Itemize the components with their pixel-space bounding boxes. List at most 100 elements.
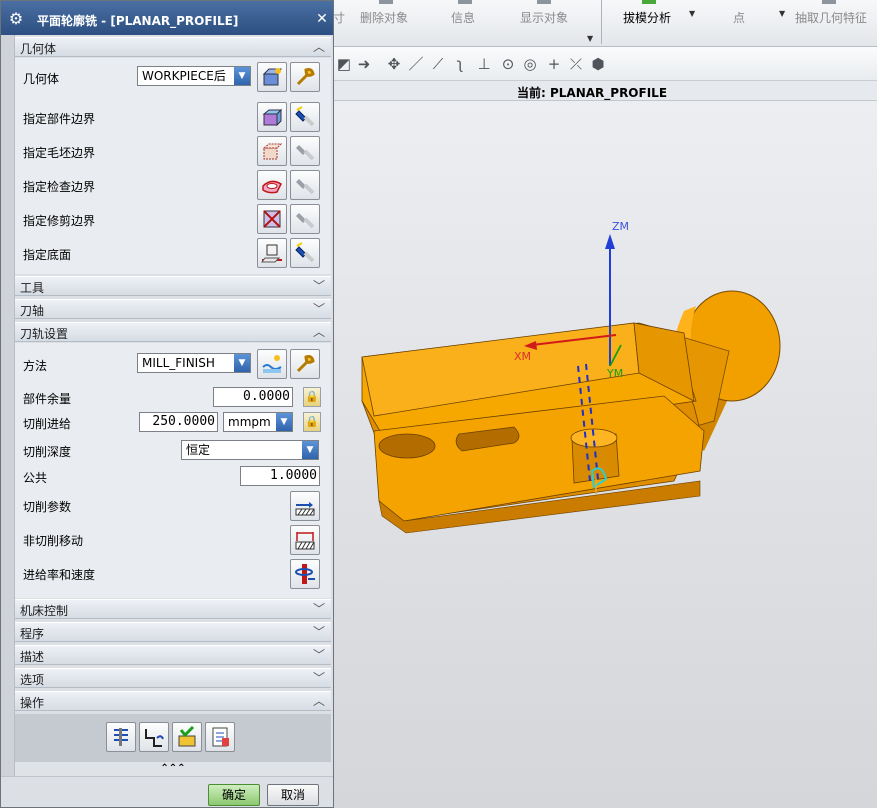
show-object-icon — [537, 0, 551, 4]
info-button[interactable]: 信息 — [451, 9, 475, 26]
feed-input[interactable]: 250.0000 — [139, 412, 218, 432]
edit-geometry-button[interactable] — [290, 62, 320, 92]
section-path-settings-header[interactable]: 刀轨设置 ︿ — [15, 322, 331, 342]
quadrant-icon[interactable]: ◎ — [520, 54, 540, 74]
draft-analysis-button[interactable]: 拔模分析 — [623, 9, 671, 26]
expand-chevron-icon[interactable]: ﹀ — [311, 301, 327, 317]
point-dropdown-icon[interactable]: ▼ — [779, 9, 785, 18]
display-check-boundary-button[interactable] — [290, 170, 320, 200]
new-geometry-button[interactable] — [257, 62, 287, 92]
display-floor-button[interactable] — [290, 238, 320, 268]
trim-boundary-button[interactable] — [257, 204, 287, 234]
graphics-viewport[interactable]: ◩ ➜ ✥ ／ ⟋ ʅ ⊥ ⊙ ◎ + ⤫ ⬢ 当前: PLANAR_PROFI… — [334, 47, 877, 808]
line-icon[interactable]: ／ — [406, 54, 426, 74]
chevron-down-icon[interactable]: ▼ — [234, 354, 250, 372]
blank-boundary-button[interactable] — [257, 136, 287, 166]
section-tool-axis-header[interactable]: 刀轴 ﹀ — [15, 299, 331, 319]
check-boundary-label: 指定检查边界 — [23, 180, 96, 194]
delete-object-button[interactable]: 删除对象 — [360, 9, 408, 26]
expand-chevron-icon[interactable]: ﹀ — [311, 601, 327, 617]
show-object-button[interactable]: 显示对象 — [520, 9, 568, 26]
toolbar-partial-label: 寸 — [333, 11, 346, 25]
feeds-speeds-button[interactable] — [290, 559, 320, 589]
intersection-icon[interactable]: ⤫ — [566, 54, 586, 74]
point-button[interactable]: 点 — [733, 9, 745, 26]
info-icon — [458, 0, 472, 4]
geometry-select[interactable]: WORKPIECE后 ▼ — [137, 66, 251, 86]
expand-chevron-icon[interactable]: ﹀ — [311, 624, 327, 640]
lock-icon[interactable]: 🔒 — [303, 412, 321, 432]
chevron-down-icon[interactable]: ▼ — [276, 413, 292, 431]
axis-z-label: ZM — [612, 220, 629, 233]
display-trim-boundary-button[interactable] — [290, 204, 320, 234]
chevron-down-icon[interactable]: ▼ — [234, 67, 250, 85]
floor-icon — [261, 244, 282, 263]
expand-chevron-icon[interactable]: ﹀ — [311, 647, 327, 663]
method-select[interactable]: MILL_FINISH ▼ — [137, 353, 251, 373]
section-geometry-header[interactable]: 几何体 ︿ — [15, 37, 331, 57]
part-stock-input[interactable]: 0.0000 — [213, 387, 293, 407]
flashlight-icon — [295, 242, 315, 263]
common-input[interactable]: 1.0000 — [240, 466, 320, 486]
extract-geometry-button[interactable]: 抽取几何特征 — [795, 9, 867, 26]
axis-z-arrow-icon — [605, 234, 615, 249]
section-operations-header[interactable]: 操作 ︿ — [15, 691, 331, 711]
floor-button[interactable] — [257, 238, 287, 268]
cut-params-button[interactable] — [290, 491, 320, 521]
snap-icon[interactable]: ◩ — [334, 54, 354, 74]
circle-center-icon[interactable]: ⊙ — [498, 54, 518, 74]
edit-method-button[interactable] — [290, 349, 320, 379]
check-boundary-button[interactable] — [257, 170, 287, 200]
display-blank-boundary-button[interactable] — [290, 136, 320, 166]
replay-button[interactable] — [139, 722, 169, 752]
geometry-select-value: WORKPIECE后 — [142, 69, 226, 83]
move-icon[interactable]: ✥ — [384, 54, 404, 74]
lock-icon[interactable]: 🔒 — [303, 387, 321, 407]
verify-button[interactable] — [172, 722, 202, 752]
dialog-title-bar[interactable]: ⚙ 平面轮廓铣 - [PLANAR_PROFILE] ✕ — [1, 1, 333, 35]
feed-unit-select[interactable]: mmpm ▼ — [223, 412, 293, 432]
cut-params-icon — [295, 502, 315, 516]
feeds-speeds-label: 进给率和速度 — [23, 568, 96, 582]
face-icon[interactable]: ⬢ — [588, 54, 608, 74]
cancel-button[interactable]: 取消 — [267, 784, 319, 806]
part-slot-left — [378, 433, 436, 459]
new-method-button[interactable] — [257, 349, 287, 379]
chevron-down-icon[interactable]: ▼ — [302, 441, 318, 459]
blank-boundary-label: 指定毛坯边界 — [23, 146, 96, 160]
point-plus-icon[interactable]: + — [544, 54, 564, 74]
collapse-chevron-icon[interactable]: ︿ — [311, 324, 327, 340]
close-button[interactable]: ✕ — [313, 10, 331, 28]
part-boundary-label: 指定部件边界 — [23, 112, 96, 126]
expand-chevron-icon[interactable]: ﹀ — [311, 670, 327, 686]
section-path-settings-body: 方法 MILL_FINISH ▼ 部件余量 0.0000 🔒 切削进给 250.… — [15, 343, 331, 598]
display-part-boundary-button[interactable] — [290, 102, 320, 132]
arrow-right-icon[interactable]: ➜ — [354, 54, 374, 74]
part-boundary-button[interactable] — [257, 102, 287, 132]
toolbar-more-icon[interactable]: ▼ — [587, 34, 593, 43]
curve-icon[interactable]: ʅ — [450, 54, 470, 74]
delete-object-icon — [379, 0, 393, 4]
depth-select[interactable]: 恒定 ▼ — [181, 440, 319, 460]
section-tool-header[interactable]: 工具 ﹀ — [15, 276, 331, 296]
perpendicular-icon[interactable]: ⊥ — [474, 54, 494, 74]
collapse-chevron-icon[interactable]: ︿ — [311, 693, 327, 709]
part-stock-label: 部件余量 — [23, 392, 72, 406]
part-model[interactable]: ZM XM YM — [334, 101, 877, 808]
list-button[interactable] — [205, 722, 235, 752]
section-machine-control-header[interactable]: 机床控制 ﹀ — [15, 599, 331, 619]
section-tool-label: 工具 — [20, 281, 45, 295]
draft-analysis-dropdown-icon[interactable]: ▼ — [689, 9, 695, 18]
section-options-header[interactable]: 选项 ﹀ — [15, 668, 331, 688]
collapse-chevron-icon[interactable]: ︿ — [311, 39, 327, 55]
flashlight-icon — [295, 106, 315, 127]
section-description-header[interactable]: 描述 ﹀ — [15, 645, 331, 665]
ok-button[interactable]: 确定 — [208, 784, 260, 806]
flashlight-disabled-icon — [296, 145, 315, 161]
section-program-header[interactable]: 程序 ﹀ — [15, 622, 331, 642]
line-alt-icon[interactable]: ⟋ — [428, 54, 448, 74]
non-cut-moves-button[interactable] — [290, 525, 320, 555]
more-options-chevron-icon[interactable]: ⌃⌃⌃ — [15, 762, 331, 776]
generate-button[interactable] — [106, 722, 136, 752]
expand-chevron-icon[interactable]: ﹀ — [311, 278, 327, 294]
